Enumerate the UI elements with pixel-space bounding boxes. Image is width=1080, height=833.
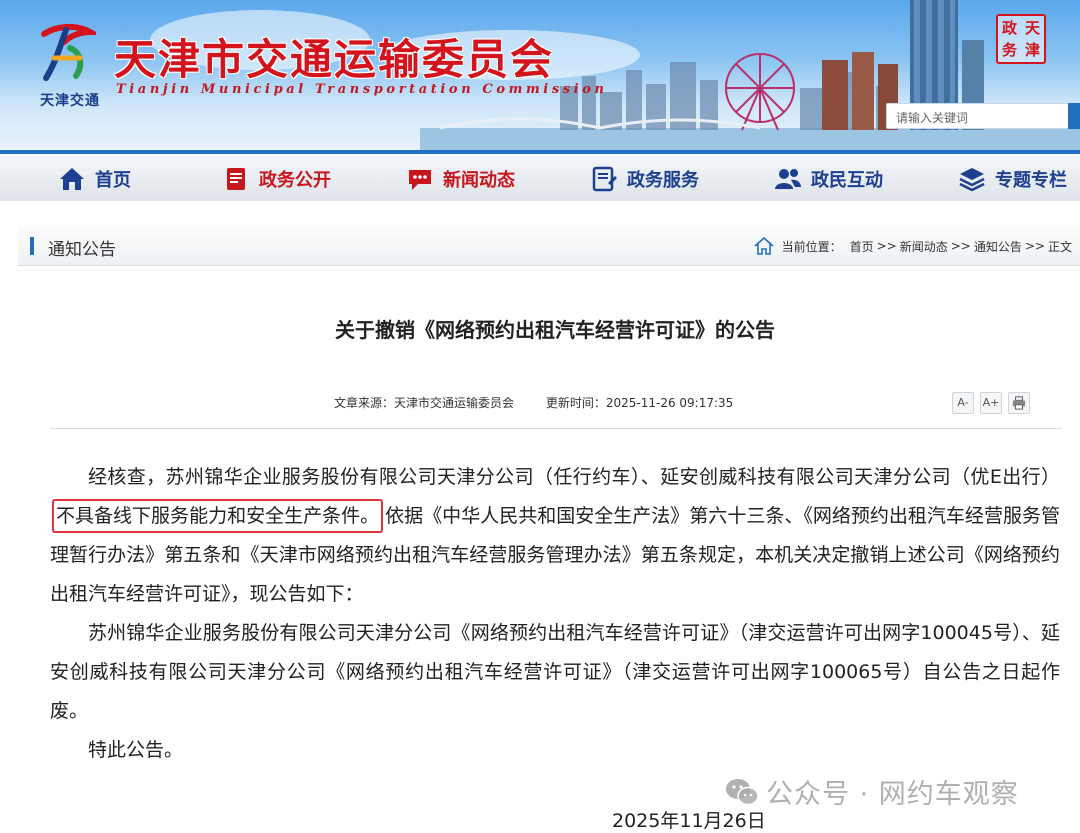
breadcrumb: 当前位置： 首页 >> 新闻动态 >> 通知公告 >> 正文: [754, 237, 1072, 255]
breadcrumb-news[interactable]: 新闻动态: [900, 238, 948, 255]
chat-icon: [409, 170, 431, 190]
font-increase-button[interactable]: A+: [980, 392, 1002, 414]
nav-label: 专题专栏: [995, 170, 1067, 191]
section-title: 通知公告: [48, 240, 116, 260]
logo-icon: [41, 24, 96, 81]
seal-char: 津: [1024, 41, 1040, 59]
breadcrumb-notices[interactable]: 通知公告: [974, 238, 1022, 255]
nav-label: 新闻动态: [443, 170, 515, 191]
print-icon: [1012, 396, 1026, 410]
article-divider: [50, 428, 1062, 429]
article-paragraph: 苏州锦华企业服务股份有限公司天津分公司《网络预约出租汽车经营许可证》（津交运营许…: [50, 622, 1060, 722]
people-icon: [775, 169, 801, 189]
nav-label: 政民互动: [811, 170, 883, 191]
breadcrumb-separator: >>: [950, 239, 971, 253]
nav-item-news[interactable]: 新闻动态: [406, 164, 515, 194]
wechat-icon: [726, 778, 759, 805]
nav-label: 首页: [95, 170, 131, 191]
article-tools: A- A+: [952, 392, 1030, 414]
search-input[interactable]: 请输入关键词: [886, 103, 1080, 129]
article-paragraph: 特此公告。: [88, 739, 184, 761]
search-button[interactable]: [1068, 103, 1080, 129]
article-body: 经核查，苏州锦华企业服务股份有限公司天津分公司（任行约车）、延安创威科技有限公司…: [50, 458, 1060, 770]
article-updated-time: 更新时间：2025-11-26 09:17:35: [545, 396, 734, 410]
nav-label: 政务公开: [259, 170, 331, 191]
article-title: 关于撤销《网络预约出租汽车经营许可证》的公告: [335, 318, 775, 342]
print-button[interactable]: [1008, 392, 1030, 414]
home-outline-icon: [754, 237, 774, 255]
nav-label: 政务服务: [627, 170, 699, 191]
section-header: 通知公告 当前位置： 首页 >> 新闻动态 >> 通知公告 >> 正文: [18, 226, 1080, 266]
header-banner: 天津交通 天津市交通运输委员会 Tianjin Municipal Transp…: [0, 0, 1080, 150]
nav-item-services[interactable]: 政务服务: [590, 164, 699, 194]
seal-char: 务: [1001, 41, 1017, 59]
nav-item-special-topics[interactable]: 专题专栏: [958, 164, 1067, 194]
font-decrease-button[interactable]: A-: [952, 392, 974, 414]
breadcrumb-separator: >>: [1024, 239, 1045, 253]
watermark: 公众号 · 网约车观察: [724, 772, 1019, 811]
layers-icon: [959, 168, 985, 192]
article-source: 文章来源：天津市交通运输委员会: [334, 396, 515, 410]
seal-stamp: 政 天 务 津: [996, 14, 1046, 64]
site-title: 天津市交通运输委员会: [114, 35, 555, 84]
seal-char: 天: [1024, 19, 1040, 37]
main-navigation: 首页 政务公开 新闻动态 政务服务 政民互动 专题专栏: [0, 150, 1080, 201]
breadcrumb-label: 当前位置：: [781, 239, 842, 254]
watermark-text: 公众号 · 网约车观察: [766, 779, 1019, 810]
paragraph-text: 经核查，苏州锦华企业服务股份有限公司天津分公司（任行约车）、延安创威科技有限公司…: [88, 466, 1060, 488]
nav-item-home[interactable]: 首页: [58, 164, 131, 194]
article-meta: 文章来源：天津市交通运输委员会 更新时间：2025-11-26 09:17:35: [334, 394, 761, 411]
article-paragraph: 经核查，苏州锦华企业服务股份有限公司天津分公司（任行约车）、延安创威科技有限公司…: [50, 458, 1060, 614]
nav-item-government-affairs[interactable]: 政务公开: [222, 164, 331, 194]
section-marker: [30, 237, 34, 255]
logo-caption: 天津交通: [40, 93, 100, 109]
breadcrumb-separator: >>: [876, 239, 897, 253]
highlighted-text: 不具备线下服务能力和安全生产条件。: [52, 499, 384, 533]
home-icon: [60, 168, 84, 190]
breadcrumb-current: 正文: [1047, 239, 1072, 254]
seal-char: 政: [1001, 19, 1017, 37]
breadcrumb-home[interactable]: 首页: [850, 238, 874, 255]
site-subtitle: Tianjin Municipal Transportation Commiss…: [116, 82, 608, 97]
document-icon: [227, 168, 245, 190]
form-icon: [592, 166, 617, 192]
nav-item-interaction[interactable]: 政民互动: [774, 164, 883, 194]
